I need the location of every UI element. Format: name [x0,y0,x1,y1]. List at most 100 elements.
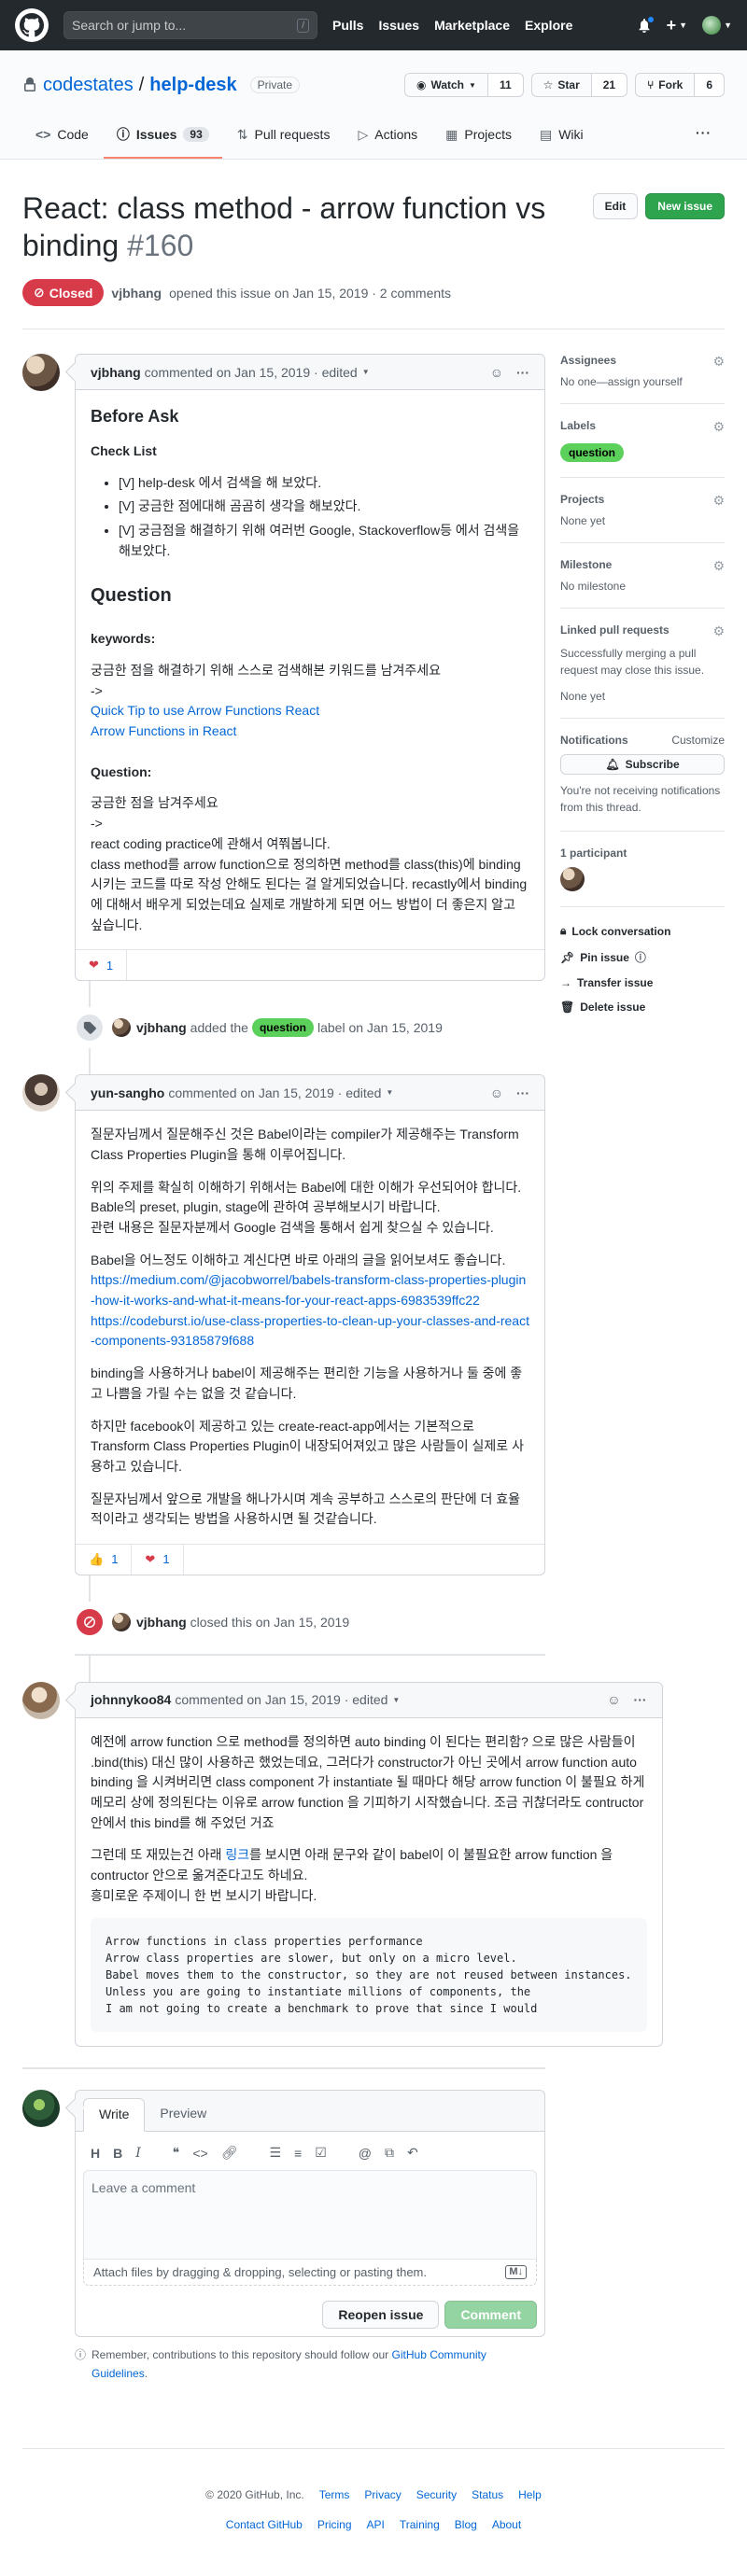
chevron-down-icon[interactable]: ▼ [392,1696,400,1704]
smiley-icon[interactable]: ☺ [607,1692,620,1707]
kebab-menu-icon[interactable]: ··· [634,1692,647,1707]
repo-owner-link[interactable]: codestates [43,75,134,96]
search-input[interactable]: Search or jump to... / [63,11,317,39]
comment-meta[interactable]: commented on Jan 15, 2019 · edited [175,1692,388,1707]
avatar[interactable] [22,1074,60,1113]
reply-icon[interactable]: ↶ [407,2145,418,2161]
tab-pull-requests[interactable]: ⇅ Pull requests [224,118,344,159]
subscribe-button[interactable]: 🔔︎ Subscribe [560,754,725,775]
transfer-issue-button[interactable]: → Transfer issue [560,971,725,995]
comment-button[interactable]: Comment [444,2301,537,2330]
heart-reaction[interactable]: ❤ 1 [76,950,128,981]
nav-pulls-link[interactable]: Pulls [332,18,363,33]
avatar[interactable] [22,354,60,391]
create-new-menu[interactable]: + ▼ [667,16,687,35]
comment-author[interactable]: yun-sangho [91,1085,164,1100]
heart-reaction[interactable]: ❤ 1 [132,1544,184,1575]
cross-reference-icon[interactable]: ⧉ [385,2145,394,2161]
more-tabs-button[interactable]: ··· [683,118,725,159]
tab-actions[interactable]: ▷ Actions [345,118,430,159]
comment-author[interactable]: johnnykoo84 [91,1692,171,1707]
gear-icon[interactable]: ⚙ [712,623,725,639]
comment-textarea[interactable]: Leave a comment [83,2170,537,2261]
code-icon[interactable]: <> [192,2146,207,2161]
tab-wiki[interactable]: ▤ Wiki [527,118,597,159]
watch-button[interactable]: ◉ Watch ▼ [403,73,488,97]
file-attach-bar[interactable]: Attach files by dragging & dropping, sel… [83,2260,537,2287]
question-label[interactable]: question [251,1018,314,1038]
lock-conversation-button[interactable]: 🔒︎ Lock conversation [560,918,725,944]
footer-link-help[interactable]: Help [518,2488,542,2501]
milestone-heading[interactable]: Milestone [560,558,612,574]
heading-icon[interactable]: H [91,2146,100,2161]
link-icon[interactable]: 🔗︎ [221,2145,238,2161]
labels-heading[interactable]: Labels [560,419,596,435]
footer-link-training[interactable]: Training [400,2518,440,2531]
question-label[interactable]: question [560,443,624,462]
nav-explore-link[interactable]: Explore [525,18,572,33]
nav-issues-link[interactable]: Issues [378,18,419,33]
edit-title-button[interactable]: Edit [592,193,639,219]
footer-link-api[interactable]: API [367,2518,385,2531]
task-list-icon[interactable]: ☑ [315,2145,327,2161]
nav-marketplace-link[interactable]: Marketplace [434,18,510,33]
star-button[interactable]: ☆ Star [530,73,592,97]
footer-link-blog[interactable]: Blog [455,2518,477,2531]
tab-write[interactable]: Write [83,2098,146,2133]
comment-meta[interactable]: commented on Jan 15, 2019 · edited [145,365,358,380]
github-logo-icon[interactable] [15,8,49,42]
star-count[interactable]: 21 [591,73,628,97]
thumbs-up-reaction[interactable]: 👍 1 [76,1544,133,1575]
event-author[interactable]: vjbhang [136,1020,187,1035]
linked-prs-heading[interactable]: Linked pull requests [560,623,669,639]
user-menu[interactable]: ▼ [702,16,732,35]
footer-link-contact[interactable]: Contact GitHub [226,2518,303,2531]
tab-projects[interactable]: ▦ Projects [432,118,525,159]
customize-link[interactable]: Customize [671,734,725,747]
gear-icon[interactable]: ⚙ [712,419,725,435]
gear-icon[interactable]: ⚙ [712,354,725,370]
avatar[interactable] [560,867,585,891]
watch-count[interactable]: 11 [487,73,524,97]
footer-link-terms[interactable]: Terms [319,2488,350,2501]
smiley-icon[interactable]: ☺ [490,1085,503,1100]
notifications-bell-icon[interactable] [637,16,655,33]
avatar[interactable] [112,1612,131,1631]
kebab-menu-icon[interactable]: ··· [516,1085,529,1100]
assignees-heading[interactable]: Assignees [560,354,616,370]
footer-link-status[interactable]: Status [472,2488,503,2501]
footer-link-about[interactable]: About [492,2518,521,2531]
issue-author-link[interactable]: vjbhang [111,286,162,301]
smiley-icon[interactable]: ☺ [490,365,503,380]
quote-icon[interactable]: ❝ [173,2145,180,2161]
codeburst-article-link[interactable]: https://codeburst.io/use-class-propertie… [91,1313,529,1349]
medium-article-link[interactable]: https://medium.com/@jacobworrel/babels-t… [91,1272,526,1308]
reopen-issue-button[interactable]: Reopen issue [322,2301,440,2330]
reference-link[interactable]: 링크 [225,1847,249,1862]
comment-meta[interactable]: commented on Jan 15, 2019 · edited [168,1085,381,1100]
fork-button[interactable]: ⑂ Fork [635,73,696,97]
markdown-icon[interactable]: M↓ [505,2265,527,2280]
repo-name-link[interactable]: help-desk [149,75,236,96]
chevron-down-icon[interactable]: ▼ [362,368,370,376]
quick-tip-link[interactable]: Quick Tip to use Arrow Functions React [91,703,319,718]
fork-count[interactable]: 6 [695,73,725,97]
bold-icon[interactable]: B [113,2146,122,2161]
ordered-list-icon[interactable]: ≡ [294,2146,302,2161]
italic-icon[interactable]: I [135,2146,141,2161]
avatar[interactable] [112,1018,131,1038]
gear-icon[interactable]: ⚙ [712,558,725,574]
tab-issues[interactable]: ⓘ Issues 93 [103,118,222,159]
footer-link-privacy[interactable]: Privacy [364,2488,401,2501]
footer-link-security[interactable]: Security [416,2488,457,2501]
assignees-value[interactable]: No one—assign yourself [560,375,725,388]
mention-icon[interactable]: @ [359,2146,372,2161]
event-author[interactable]: vjbhang [136,1615,187,1630]
avatar[interactable] [22,2090,60,2128]
footer-link-pricing[interactable]: Pricing [317,2518,352,2531]
comment-author[interactable]: vjbhang [91,365,141,380]
pin-issue-button[interactable]: 📌︎ Pin issue ⓘ [560,944,725,971]
unordered-list-icon[interactable]: ☰ [269,2145,281,2161]
projects-heading[interactable]: Projects [560,493,604,509]
kebab-menu-icon[interactable]: ··· [516,365,529,380]
